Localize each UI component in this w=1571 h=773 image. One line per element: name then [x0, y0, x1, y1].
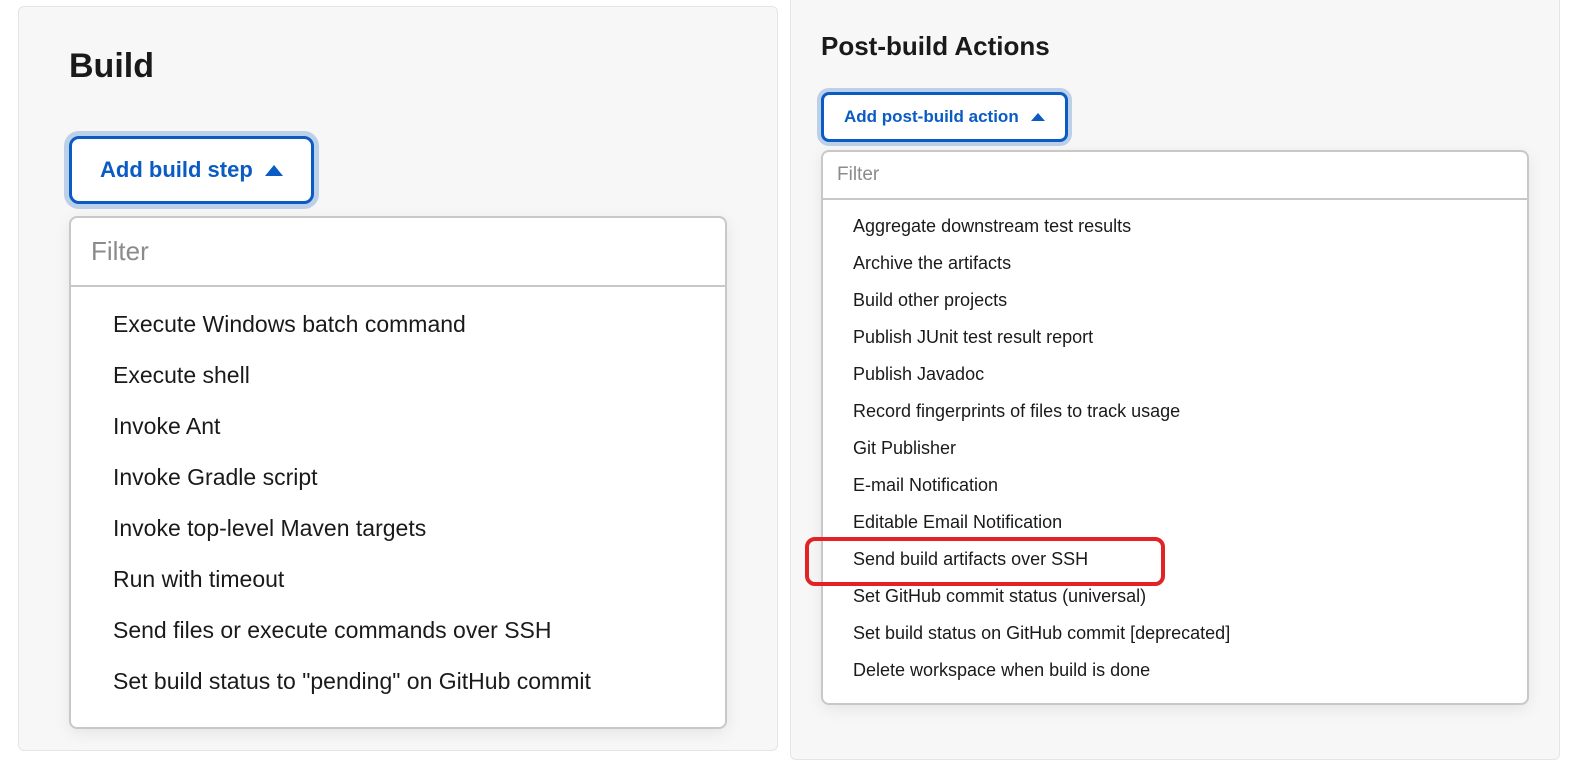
add-post-build-action-label: Add post-build action [844, 107, 1019, 127]
post-build-filter-input[interactable] [823, 152, 1527, 200]
post-build-action-option[interactable]: Build other projects [823, 282, 1527, 319]
build-step-option[interactable]: Invoke Ant [71, 401, 725, 452]
caret-up-icon [1031, 113, 1045, 121]
build-step-option[interactable]: Send files or execute commands over SSH [71, 605, 725, 656]
post-build-action-option[interactable]: Send build artifacts over SSH [823, 541, 1527, 578]
build-step-option[interactable]: Set build status to "pending" on GitHub … [71, 656, 725, 707]
build-step-option[interactable]: Execute shell [71, 350, 725, 401]
post-build-action-option[interactable]: Publish Javadoc [823, 356, 1527, 393]
post-build-action-option[interactable]: Publish JUnit test result report [823, 319, 1527, 356]
post-build-action-option[interactable]: Delete workspace when build is done [823, 652, 1527, 689]
post-build-action-option[interactable]: Editable Email Notification [823, 504, 1527, 541]
build-step-option[interactable]: Execute Windows batch command [71, 299, 725, 350]
post-build-action-option[interactable]: Aggregate downstream test results [823, 208, 1527, 245]
build-step-menu: Execute Windows batch commandExecute she… [71, 287, 725, 727]
post-build-action-option[interactable]: Set GitHub commit status (universal) [823, 578, 1527, 615]
post-build-action-dropdown: Aggregate downstream test resultsArchive… [821, 150, 1529, 705]
post-build-action-option[interactable]: Archive the artifacts [823, 245, 1527, 282]
caret-up-icon [265, 165, 283, 176]
build-step-option[interactable]: Run with timeout [71, 554, 725, 605]
post-build-action-option[interactable]: Record fingerprints of files to track us… [823, 393, 1527, 430]
post-build-section-panel: Post-build Actions Add post-build action… [790, 0, 1560, 760]
build-step-option[interactable]: Invoke Gradle script [71, 452, 725, 503]
build-section-panel: Build Add build step Execute Windows bat… [18, 6, 778, 751]
build-section-title: Build [69, 47, 727, 86]
add-build-step-button[interactable]: Add build step [69, 136, 314, 204]
add-post-build-action-button[interactable]: Add post-build action [821, 92, 1068, 142]
post-build-action-menu: Aggregate downstream test resultsArchive… [823, 200, 1527, 703]
build-step-option[interactable]: Invoke top-level Maven targets [71, 503, 725, 554]
post-build-action-option[interactable]: E-mail Notification [823, 467, 1527, 504]
build-step-dropdown: Execute Windows batch commandExecute she… [69, 216, 727, 729]
post-build-action-option[interactable]: Git Publisher [823, 430, 1527, 467]
build-step-filter-input[interactable] [71, 218, 725, 287]
post-build-section-title: Post-build Actions [821, 31, 1529, 62]
add-build-step-label: Add build step [100, 157, 253, 183]
post-build-action-option[interactable]: Set build status on GitHub commit [depre… [823, 615, 1527, 652]
